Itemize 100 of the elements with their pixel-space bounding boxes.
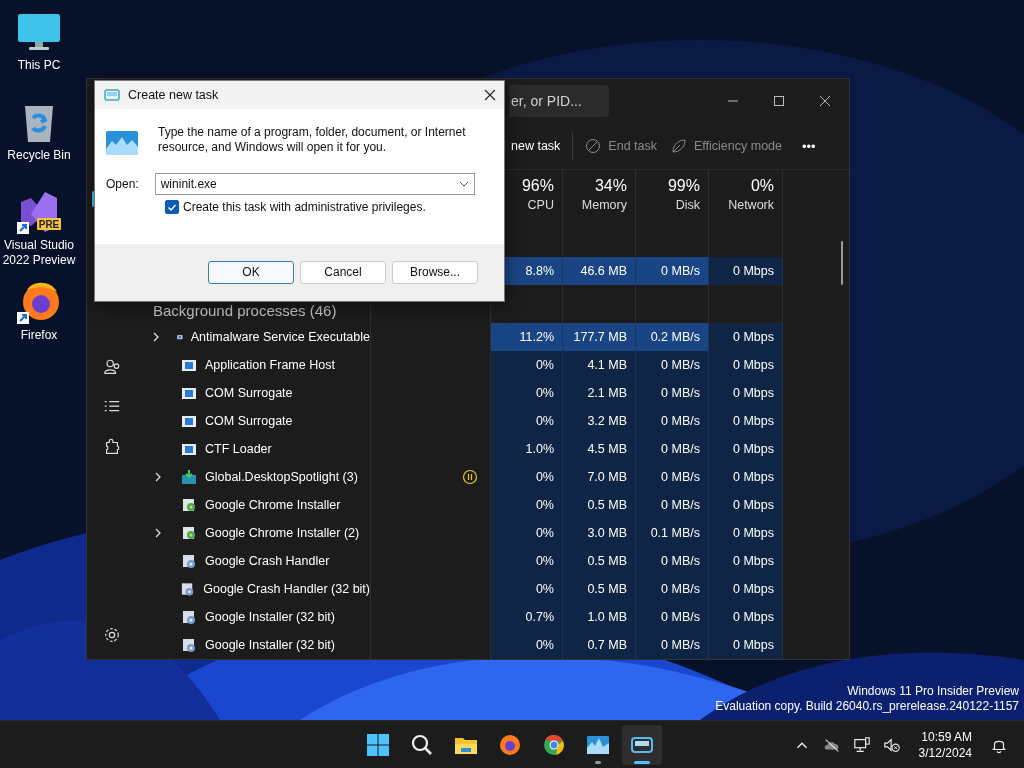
table-cell: 2.1 MB: [563, 379, 636, 407]
table-cell: 0 Mbps: [709, 351, 783, 379]
table-cell: 3.2 MB: [563, 407, 636, 435]
installer-icon: [181, 637, 197, 653]
installer-icon: [180, 581, 196, 597]
column-header[interactable]: 99% Disk: [636, 170, 709, 219]
evaluation-notice: Evaluation copy. Build 26040.rs_prerelease.240122-1157: [715, 699, 1019, 714]
puzzle-icon[interactable]: [103, 438, 121, 456]
table-cell: 46.6 MB: [563, 257, 636, 285]
table-cell: 0.7%: [491, 603, 563, 631]
table-cell: 0 MB/s: [636, 631, 709, 659]
table-cell: 0%: [491, 351, 563, 379]
table-cell: 0 Mbps: [709, 379, 783, 407]
maximize-icon[interactable]: [773, 95, 785, 107]
taskbar-button[interactable]: [622, 724, 662, 765]
table-cell: 4.1 MB: [563, 351, 636, 379]
dialog-button[interactable]: Cancel: [300, 260, 386, 284]
leaf-icon: [671, 138, 687, 154]
command-field[interactable]: wininit.exe: [154, 173, 475, 195]
process-name: CTF Loader: [205, 442, 272, 456]
clock[interactable]: 10:59 AM 3/12/2024: [912, 728, 978, 761]
desktop-icon[interactable]: PRE Visual Studio 2022 Preview: [0, 188, 78, 270]
table-cell: 1.0%: [491, 435, 563, 463]
checkbox[interactable]: [165, 200, 179, 214]
table-cell: 0 MB/s: [636, 463, 709, 491]
table-cell: 0%: [491, 519, 563, 547]
table-cell: 4.5 MB: [563, 435, 636, 463]
search-field[interactable]: er, or PID...: [509, 85, 609, 117]
table-cell: 0%: [491, 575, 563, 603]
window-icon: [181, 441, 197, 457]
window-icon: [181, 385, 197, 401]
group-header: Background processes (46): [153, 302, 337, 319]
desktop-icon-label: Visual Studio 2022 Preview: [1, 238, 77, 269]
network-icon[interactable]: [852, 735, 871, 754]
task-manager-icon: [106, 131, 138, 155]
table-cell: 0 MB/s: [636, 257, 709, 285]
users-icon[interactable]: [103, 358, 121, 376]
running-indicator: [634, 760, 650, 764]
table-cell: 0.7 MB: [563, 631, 636, 659]
table-cell: 0%: [491, 547, 563, 575]
table-cell: 0 Mbps: [709, 257, 783, 285]
scrollbar-thumb[interactable]: [841, 241, 843, 285]
running-indicator: [595, 760, 601, 764]
table-cell: 0%: [491, 463, 563, 491]
chrome-icon: [542, 732, 566, 757]
table-cell: 0.5 MB: [563, 491, 636, 519]
process-name: Application Frame Host: [205, 358, 335, 372]
table-cell: 0 Mbps: [709, 463, 783, 491]
column-header[interactable]: 0% Network: [709, 170, 783, 219]
installer-icon: [181, 525, 197, 541]
expand-chevron[interactable]: [153, 528, 163, 538]
installer-icon: [181, 497, 197, 513]
table-cell: 0 Mbps: [709, 407, 783, 435]
table-cell: 0 Mbps: [709, 519, 783, 547]
desktop-icon[interactable]: Firefox: [0, 278, 78, 360]
close-icon[interactable]: [819, 95, 831, 107]
table-cell: 0.2 MB/s: [636, 323, 709, 351]
process-name: Google Crash Handler: [205, 554, 330, 568]
table-cell: 0 Mbps: [709, 575, 783, 603]
table-cell: 0%: [491, 379, 563, 407]
process-name: Google Chrome Installer (2): [205, 526, 360, 540]
dialog-button[interactable]: Browse...: [392, 260, 478, 284]
settings-icon[interactable]: [103, 626, 121, 644]
badge-text: PRE: [38, 219, 60, 230]
table-cell: 0 Mbps: [709, 435, 783, 463]
table-cell: 0 MB/s: [636, 351, 709, 379]
window-icon: [181, 413, 197, 429]
search-icon: [410, 732, 434, 757]
expand-chevron[interactable]: [151, 332, 161, 342]
volume-muted-icon[interactable]: [882, 735, 901, 754]
process-name: Google Installer (32 bit): [205, 610, 335, 624]
windows-logo-icon: [366, 732, 390, 757]
process-name: Google Installer (32 bit): [205, 638, 335, 652]
table-cell: 0 MB/s: [636, 575, 709, 603]
column-header[interactable]: 34% Memory: [563, 170, 636, 219]
process-name: COM Surrogate: [205, 386, 293, 400]
desktop-icon[interactable]: This PC: [0, 8, 78, 90]
installer-icon: [181, 609, 197, 625]
table-cell: 0.1 MB/s: [636, 519, 709, 547]
table-cell: 177.7 MB: [563, 323, 636, 351]
process-name: Antimalware Service Executable: [190, 330, 370, 344]
table-cell: 0%: [491, 631, 563, 659]
prohibited-icon: [585, 138, 602, 154]
table-cell: 3.0 MB: [563, 519, 636, 547]
dialog-message: Type the name of a program, folder, document, or Internet resource, and Windows will open it for you.: [158, 125, 467, 155]
desktop-icon[interactable]: Recycle Bin: [0, 98, 78, 180]
table-cell: 11.2%: [491, 323, 563, 351]
table-cell: 0.5 MB: [563, 575, 636, 603]
checkbox-label: Create this task with administrative privileges.: [183, 200, 426, 214]
process-name: Global.DesktopSpotlight (3): [205, 470, 358, 484]
table-cell: 0 Mbps: [709, 323, 783, 351]
more-button[interactable]: •••: [796, 132, 822, 160]
firefox-icon: [498, 732, 522, 757]
close-icon[interactable]: [484, 89, 496, 101]
dialog-button[interactable]: OK: [208, 260, 294, 284]
toolbar-button[interactable]: new task: [505, 133, 567, 159]
caret-icon: [458, 181, 469, 187]
expand-chevron[interactable]: [153, 472, 163, 482]
table-cell: 0 MB/s: [636, 407, 709, 435]
table-cell: 0 MB/s: [636, 379, 709, 407]
